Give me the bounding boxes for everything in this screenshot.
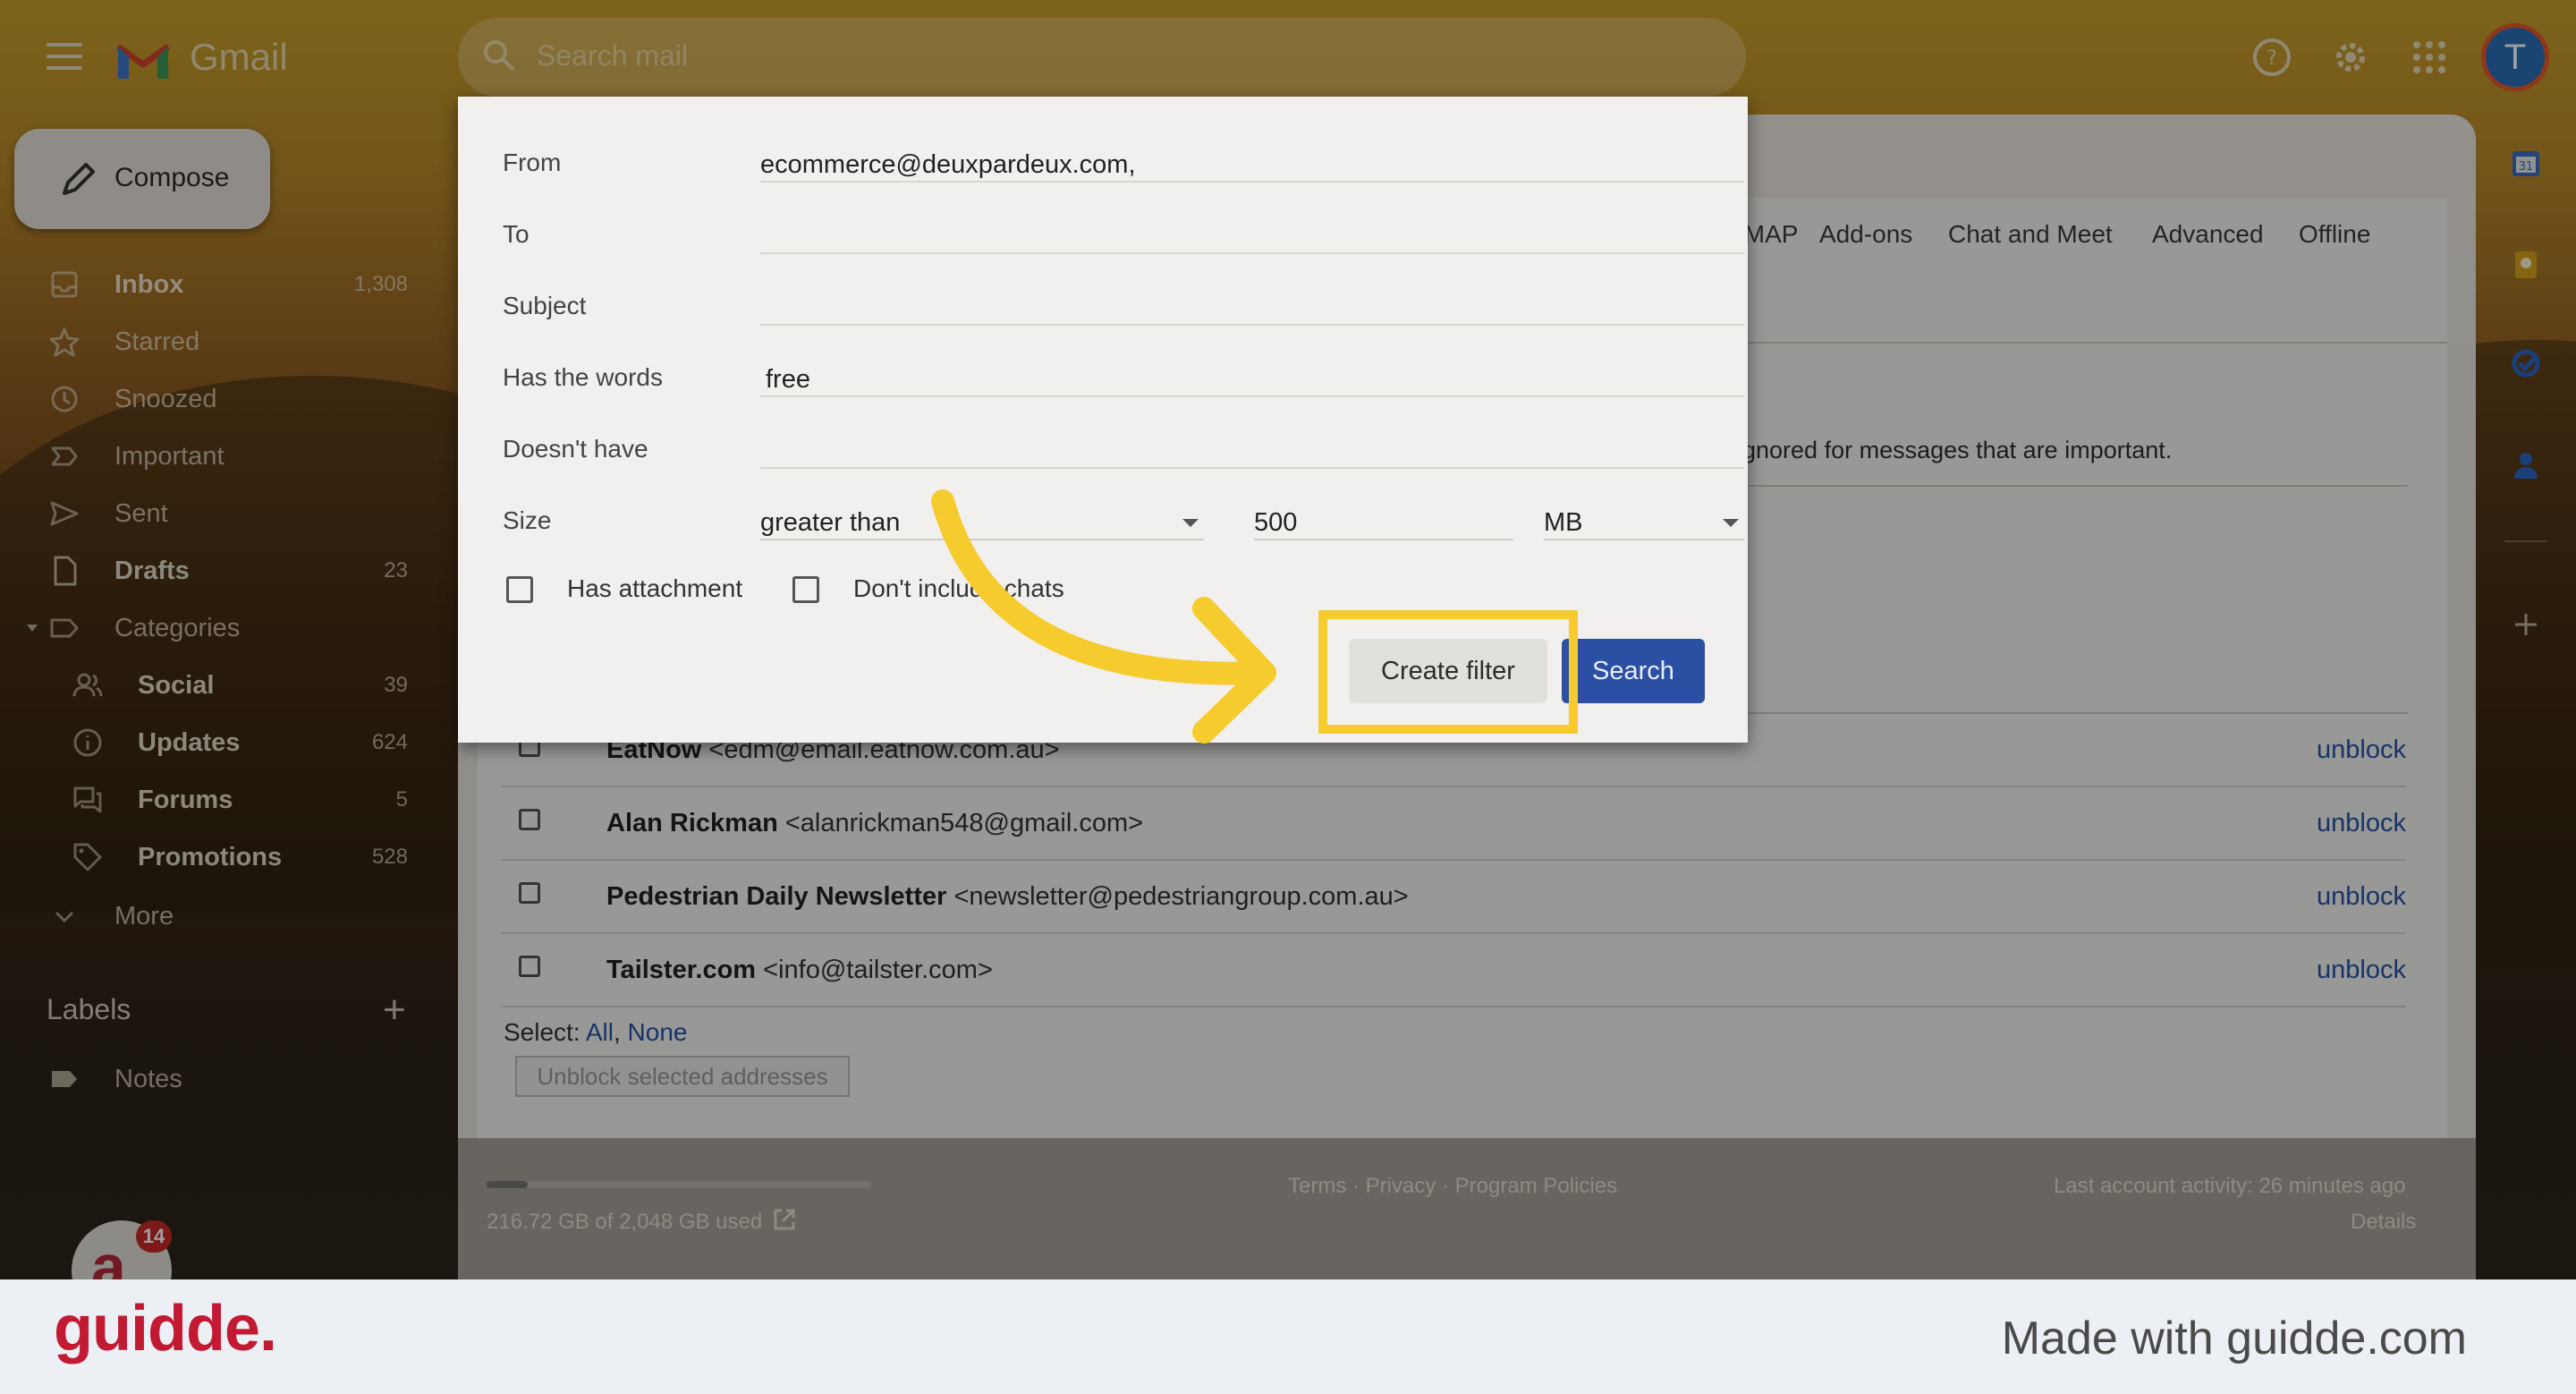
filter-from-row: From ecommerce@deuxpardeux.com,: [503, 127, 1744, 199]
size-value-input[interactable]: 500: [1254, 487, 1513, 540]
subject-label: Subject: [503, 292, 587, 319]
tutorial-highlight-box: [1318, 610, 1578, 734]
made-with-guidde-text: Made with guidde.com: [2001, 1313, 2467, 1364]
filter-subject-row: Subject: [503, 270, 1744, 342]
has-words-field[interactable]: free: [760, 344, 1744, 397]
guidde-logo: guidde.: [54, 1293, 277, 1364]
filter-doesnt-have-row: Doesn't have: [503, 413, 1744, 485]
from-label: From: [503, 149, 562, 176]
from-field[interactable]: ecommerce@deuxpardeux.com,: [760, 129, 1744, 183]
has-attachment-checkbox[interactable]: [506, 576, 533, 603]
size-unit-select[interactable]: MB: [1544, 487, 1744, 540]
guidde-footer-bar: guidde. Made with guidde.com: [0, 1279, 2576, 1394]
subject-field[interactable]: [760, 272, 1744, 326]
doesnt-have-field[interactable]: [760, 415, 1744, 469]
doesnt-have-label: Doesn't have: [503, 435, 648, 463]
from-value: ecommerce@deuxpardeux.com,: [760, 150, 1136, 179]
size-operator-select[interactable]: greater than: [760, 487, 1204, 540]
dropdown-caret-icon: [1723, 519, 1739, 527]
size-label: Size: [503, 506, 552, 534]
to-label: To: [503, 220, 530, 248]
size-unit-value: MB: [1544, 508, 1583, 537]
has-words-value: free: [766, 365, 810, 394]
to-field[interactable]: [760, 200, 1744, 254]
dont-include-chats-label: Don't include chats: [853, 574, 1064, 602]
search-button[interactable]: Search: [1562, 639, 1705, 703]
size-operator-value: greater than: [760, 508, 901, 537]
dont-include-chats-checkbox[interactable]: [792, 576, 819, 603]
filter-size-row: Size greater than 500 MB: [503, 485, 1744, 557]
filter-has-words-row: Has the words free: [503, 342, 1744, 413]
has-attachment-label: Has attachment: [567, 574, 743, 602]
filter-to-row: To: [503, 199, 1744, 270]
size-value: 500: [1254, 508, 1298, 537]
dropdown-caret-icon: [1182, 519, 1199, 527]
has-words-label: Has the words: [503, 363, 663, 391]
